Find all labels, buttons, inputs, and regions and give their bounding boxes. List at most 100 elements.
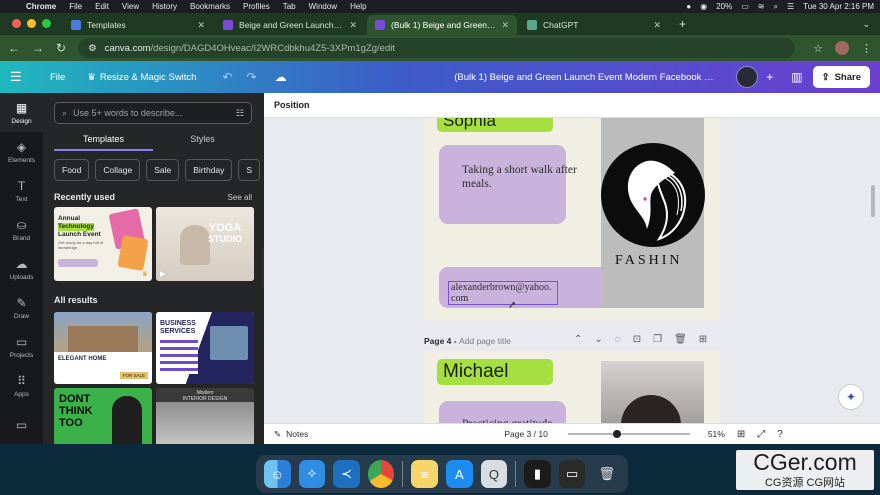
finder-icon[interactable]: ☺ [264,460,291,488]
undo-icon[interactable]: ↶ [222,70,232,84]
see-all-link[interactable]: See all [228,193,252,202]
menu-help[interactable]: Help [350,2,366,11]
hide-page-icon[interactable]: ◌ [615,334,621,345]
rail-item-apps[interactable]: ⠿ Apps [0,366,43,405]
close-tab-icon[interactable]: ✕ [197,20,205,31]
close-tab-icon[interactable]: ✕ [349,20,357,31]
address-bar[interactable]: ⚙ canva.com/design/DAGD4OHveac/I2WRCdbkh… [78,38,796,58]
status-icon[interactable]: ● [686,2,691,11]
insights-chart-icon[interactable]: ▥ [791,70,802,84]
battery-icon[interactable]: ▭ [741,2,749,11]
tab-search-chevron-icon[interactable]: ⌄ [852,19,880,35]
zoom-slider-knob[interactable] [612,430,621,438]
new-tab-button[interactable]: + [669,17,696,35]
rail-item-elements[interactable]: ◈ Elements [0,132,43,171]
fashion-logo-photo[interactable]: FASHIN [601,118,705,308]
template-thumb-tech-launch[interactable]: Annual Technology Launch Event Get ready… [54,207,152,281]
rail-item-brand[interactable]: ⛀ Brand [0,210,43,249]
site-info-icon[interactable]: ⚙ [88,43,97,54]
screen-record-icon[interactable]: ◉ [700,2,707,11]
trash-icon[interactable]: 🗑 [593,460,620,488]
close-window-button[interactable] [12,19,21,28]
menu-view[interactable]: View [122,2,139,11]
rail-item-more[interactable]: ▭ [0,405,43,444]
chip-collage[interactable]: Collage [95,159,141,181]
chip-food[interactable]: Food [54,159,90,181]
browser-tab-bulk-active[interactable]: (Bulk 1) Beige and Green Lau ✕ [367,15,517,35]
search-icon[interactable]: ⌕ [773,2,777,12]
position-button[interactable]: Position [274,100,310,110]
document-title[interactable]: (Bulk 1) Beige and Green Launch Event Mo… [454,72,714,83]
rail-item-projects[interactable]: ▭ Projects [0,327,43,366]
back-arrow-icon[interactable]: ← [8,41,20,55]
magic-assistant-button[interactable]: ✦ [838,384,864,410]
template-thumb-elegant-home[interactable]: ELEGANT HOME FOR SALE [54,312,152,384]
vscode-icon[interactable]: ≺ [333,460,360,488]
chrome-icon[interactable] [367,460,395,488]
name-tag-michael[interactable]: Michael [437,359,553,385]
battery-percent[interactable]: 20% [716,2,732,11]
browser-tab-chatgpt[interactable]: ChatGPT ✕ [519,15,669,35]
bubble-text-1[interactable]: Taking a short walk after meals. [462,163,592,191]
redo-icon[interactable]: ↷ [247,70,257,84]
file-menu-button[interactable]: File [50,72,65,83]
quicktime-icon[interactable]: Q [480,460,508,488]
share-button[interactable]: ⇪ Share [812,66,870,88]
move-down-icon[interactable]: ⌄ [594,334,602,345]
duplicate-page-icon[interactable]: ❐ [653,334,662,345]
add-page-icon[interactable]: ⊞ [699,334,707,345]
name-tag-sophia[interactable]: Sophia [437,118,553,132]
wifi-icon[interactable]: ≋ [758,2,765,11]
design-page-3[interactable]: Sophia Taking a short walk after meals. … [424,118,720,320]
delete-page-icon[interactable]: 🗑 [674,334,687,345]
close-tab-icon[interactable]: ✕ [501,20,509,31]
page-counter[interactable]: Page 3 / 10 [504,429,547,439]
close-tab-icon[interactable]: ✕ [653,20,661,31]
zoom-slider[interactable] [567,430,690,438]
grid-view-icon[interactable]: ⊞ [737,429,745,440]
menu-file[interactable]: File [69,2,82,11]
chip-sale[interactable]: Sale [146,159,180,181]
control-center-icon[interactable]: ☰ [787,2,794,11]
move-up-icon[interactable]: ⌃ [574,334,582,345]
menu-history[interactable]: History [152,2,177,11]
rail-item-draw[interactable]: ✎ Draw [0,288,43,327]
browser-tab-templates[interactable]: Templates ✕ [63,15,213,35]
notes-button[interactable]: ✎ Notes [274,429,308,440]
app-store-icon[interactable]: A [446,460,473,488]
template-thumb-dont-think[interactable]: DONT THINK TOO [54,388,152,444]
filter-sliders-icon[interactable]: ☷ [236,108,244,119]
hamburger-menu-icon[interactable]: ☰ [10,69,34,85]
zoom-window-button[interactable] [42,19,51,28]
add-collaborator-icon[interactable]: + [766,70,773,84]
phone-mirror-icon[interactable]: ▮ [524,460,551,488]
clock[interactable]: Tue 30 Apr 2:16 PM [803,2,874,11]
email-text-selected[interactable]: alexanderbrown@yahoo. com [448,281,558,305]
menu-tab[interactable]: Tab [283,2,296,11]
menu-window[interactable]: Window [309,2,337,11]
rail-item-uploads[interactable]: ☁ Uploads [0,249,43,288]
template-thumb-business-services[interactable]: BUSINESS SERVICES [156,312,254,384]
reload-icon[interactable]: ↻ [56,41,66,55]
template-thumb-yoga-studio[interactable]: YOGA STUDIO ▶ [156,207,254,281]
forward-arrow-icon[interactable]: → [32,41,44,55]
fullscreen-icon[interactable]: ⤢ [757,429,765,440]
minimize-window-button[interactable] [27,19,36,28]
cloud-saved-icon[interactable]: ☁ [275,70,287,84]
profile-avatar[interactable] [835,41,849,55]
bookmark-star-icon[interactable]: ☆ [813,42,823,55]
vertical-scrollbar[interactable] [871,185,875,217]
browser-menu-icon[interactable]: ⋮ [861,42,872,55]
chip-more[interactable]: S [238,159,261,181]
rail-item-design[interactable]: ▦ Design [0,93,43,132]
screen-window-icon[interactable]: ▭ [558,460,586,488]
menu-bookmarks[interactable]: Bookmarks [190,2,230,11]
menu-profiles[interactable]: Profiles [243,2,270,11]
chip-birthday[interactable]: Birthday [185,159,233,181]
rail-item-text[interactable]: T Text [0,171,43,210]
safari-icon[interactable]: ✧ [298,460,326,488]
resize-magic-switch-button[interactable]: ♛ Resize & Magic Switch [87,72,196,83]
menu-app-chrome[interactable]: Chrome [26,2,56,11]
menu-edit[interactable]: Edit [95,2,109,11]
zoom-percent[interactable]: 51% [708,429,725,439]
